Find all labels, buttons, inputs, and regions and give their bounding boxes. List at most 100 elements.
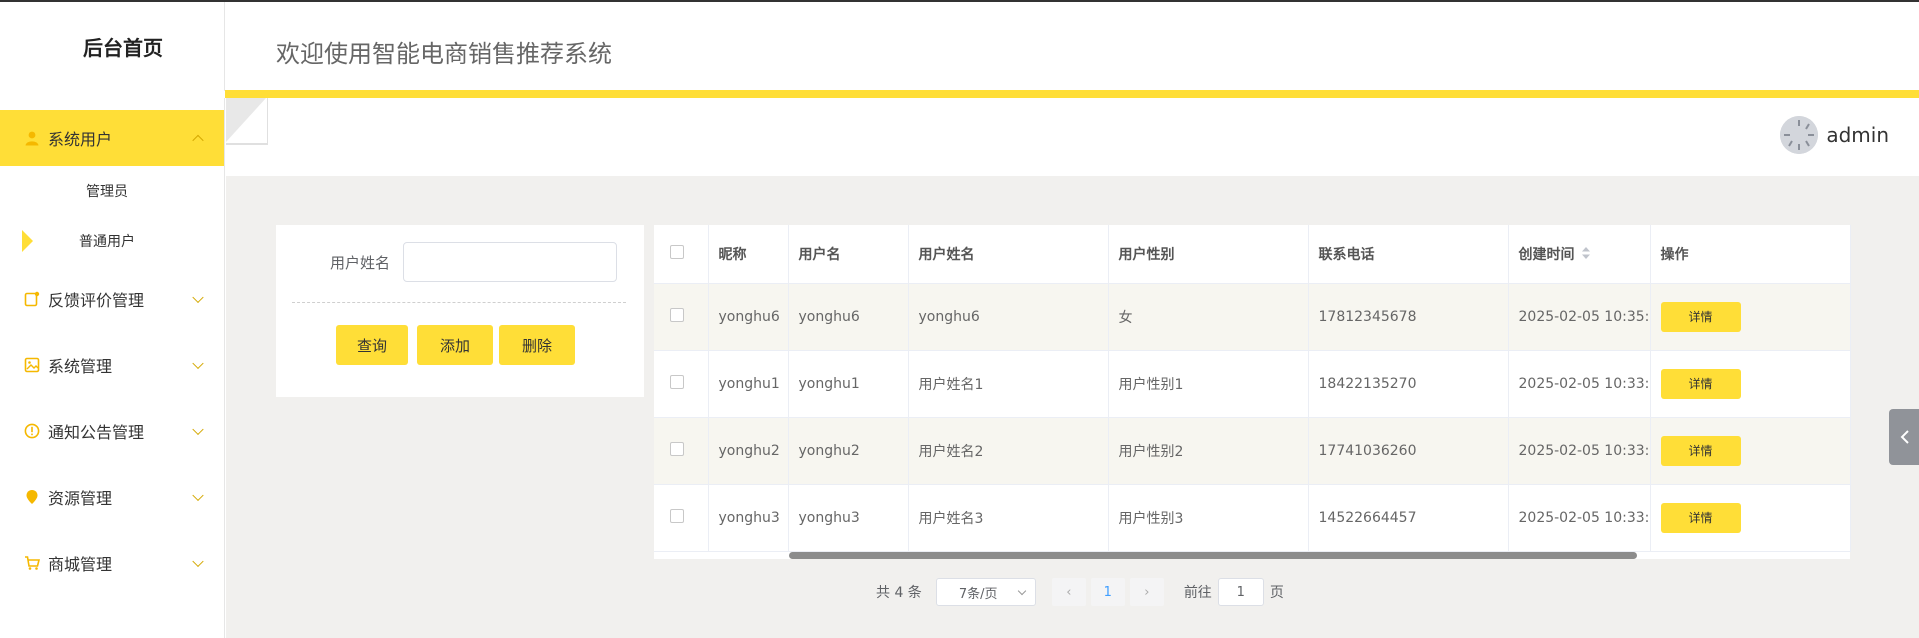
chevron-down-icon xyxy=(192,555,204,568)
delete-button[interactable]: 删除 xyxy=(499,325,575,365)
column-header: 联系电话 xyxy=(1308,225,1509,284)
user-table: 昵称 用户名 用户姓名 用户性别 联系电话 创建时间 操作 yonghu6 yo… xyxy=(654,225,1851,559)
sidebar-item-system-management[interactable]: 系统管理 xyxy=(0,332,224,398)
detail-button[interactable]: 详情 xyxy=(1660,368,1741,399)
query-button[interactable]: 查询 xyxy=(336,325,408,365)
sidebar-item-resources[interactable]: 资源管理 xyxy=(0,464,224,530)
user-menu[interactable]: admin xyxy=(1780,116,1889,154)
cell-nickname: yonghu1 xyxy=(708,350,789,418)
user-icon xyxy=(24,130,40,146)
table-row: yonghu6 yonghu6 yonghu6 女 17812345678 20… xyxy=(654,283,1851,351)
cell-realname: yonghu6 xyxy=(908,283,1109,351)
row-checkbox[interactable] xyxy=(670,508,684,523)
cell-gender: 女 xyxy=(1108,283,1309,351)
table-header-row: 昵称 用户名 用户姓名 用户性别 联系电话 创建时间 操作 xyxy=(654,225,1851,284)
goto-prefix: 前往 xyxy=(1183,585,1212,601)
chevron-up-icon xyxy=(192,134,204,147)
feedback-icon xyxy=(24,291,40,307)
sidebar-item-feedback[interactable]: 反馈评价管理 xyxy=(0,266,224,332)
page-size-select[interactable]: 7条/页 xyxy=(935,578,1036,606)
sidebar-item-shop[interactable]: 商城管理 xyxy=(0,530,224,596)
table-row: yonghu1 yonghu1 用户姓名1 用户性别1 18422135270 … xyxy=(654,350,1851,418)
cell-created: 2025-02-05 10:33:24 xyxy=(1508,417,1651,485)
sidebar-item-label: 反馈评价管理 xyxy=(48,291,145,310)
cell-created: 2025-02-05 10:33:24 xyxy=(1508,350,1651,418)
page-number-current[interactable]: 1 xyxy=(1090,578,1125,606)
sidebar-item-label: 资源管理 xyxy=(48,489,113,508)
active-pointer-icon xyxy=(22,230,33,252)
cell-created: 2025-02-05 10:33:24 xyxy=(1508,484,1651,552)
sidebar-item-system-users[interactable]: 系统用户 xyxy=(0,110,224,166)
column-header: 用户姓名 xyxy=(908,225,1109,284)
sidebar-item-notices[interactable]: 通知公告管理 xyxy=(0,398,224,464)
cell-nickname: yonghu6 xyxy=(708,283,789,351)
row-select-cell[interactable] xyxy=(654,283,709,351)
next-page-button[interactable]: › xyxy=(1129,578,1164,606)
side-drawer-toggle[interactable] xyxy=(1889,409,1919,465)
chevron-down-icon xyxy=(192,423,204,436)
cell-username: yonghu3 xyxy=(788,484,909,552)
divider xyxy=(292,302,626,303)
cell-nickname: yonghu2 xyxy=(708,417,789,485)
row-select-cell[interactable] xyxy=(654,417,709,485)
submenu-item-admins[interactable]: 管理员 xyxy=(0,166,224,216)
sidebar-item-label: 系统管理 xyxy=(48,357,113,376)
chevron-down-icon xyxy=(1017,586,1027,596)
search-input[interactable] xyxy=(403,242,617,282)
sidebar: 系统用户 管理员 普通用户 反馈评价管理 系统管理 通知公告管理 资源管理 商城… xyxy=(0,98,225,638)
goto-page-input[interactable]: 1 xyxy=(1217,578,1264,606)
cell-realname: 用户姓名2 xyxy=(908,417,1109,485)
location-icon xyxy=(24,489,40,505)
row-select-cell[interactable] xyxy=(654,484,709,552)
detail-button[interactable]: 详情 xyxy=(1660,301,1741,332)
row-select-cell[interactable] xyxy=(654,350,709,418)
top-border xyxy=(0,0,1919,2)
goto-suffix: 页 xyxy=(1269,585,1284,601)
search-panel: 用户姓名 查询 添加 删除 xyxy=(276,225,644,397)
table-row: yonghu2 yonghu2 用户姓名2 用户性别2 17741036260 … xyxy=(654,417,1851,485)
detail-button[interactable]: 详情 xyxy=(1660,502,1741,533)
column-header: 操作 xyxy=(1650,225,1851,284)
cell-created: 2025-02-05 10:35:06 xyxy=(1508,283,1651,351)
cell-phone: 18422135270 xyxy=(1308,350,1509,418)
page-size-value: 7条/页 xyxy=(958,586,998,602)
image-icon xyxy=(24,357,40,373)
header-accent-bar xyxy=(225,90,1919,98)
cell-actions: 详情 xyxy=(1650,350,1851,418)
brand-title[interactable]: 后台首页 xyxy=(0,2,225,91)
search-label: 用户姓名 xyxy=(330,254,391,272)
sidebar-item-label: 通知公告管理 xyxy=(48,423,145,442)
sort-icon[interactable] xyxy=(1581,246,1591,264)
chevron-down-icon xyxy=(192,489,204,502)
cell-gender: 用户性别2 xyxy=(1108,417,1309,485)
column-header: 昵称 xyxy=(708,225,789,284)
cell-username: yonghu6 xyxy=(788,283,909,351)
row-checkbox[interactable] xyxy=(670,374,684,389)
row-checkbox[interactable] xyxy=(670,307,684,322)
cell-actions: 详情 xyxy=(1650,417,1851,485)
table-row: yonghu3 yonghu3 用户姓名3 用户性别3 14522664457 … xyxy=(654,484,1851,552)
sub-header xyxy=(226,98,1919,176)
collapse-sidebar-icon[interactable] xyxy=(226,98,269,146)
chevron-left-icon xyxy=(1900,430,1909,444)
row-checkbox[interactable] xyxy=(670,441,684,456)
total-count: 共 4 条 xyxy=(876,585,922,601)
prev-page-button[interactable]: ‹ xyxy=(1051,578,1086,606)
cell-actions: 详情 xyxy=(1650,283,1851,351)
select-all-cell[interactable] xyxy=(654,225,709,284)
horizontal-scrollbar[interactable] xyxy=(789,552,1637,559)
detail-button[interactable]: 详情 xyxy=(1660,435,1741,466)
cell-phone: 17741036260 xyxy=(1308,417,1509,485)
submenu-item-regular-users[interactable]: 普通用户 xyxy=(0,216,224,266)
submenu-label: 普通用户 xyxy=(79,234,135,250)
cell-realname: 用户姓名3 xyxy=(908,484,1109,552)
column-header-created[interactable]: 创建时间 xyxy=(1508,225,1651,284)
sidebar-item-label: 系统用户 xyxy=(48,130,113,149)
cell-username: yonghu1 xyxy=(788,350,909,418)
column-header: 用户名 xyxy=(788,225,909,284)
chevron-down-icon xyxy=(192,357,204,370)
welcome-title: 欢迎使用智能电商销售推荐系统 xyxy=(276,40,612,68)
pagination: 共 4 条 7条/页 ‹ 1 › 前往 1 页 xyxy=(876,578,1284,606)
select-all-checkbox[interactable] xyxy=(670,244,684,259)
add-button[interactable]: 添加 xyxy=(417,325,493,365)
